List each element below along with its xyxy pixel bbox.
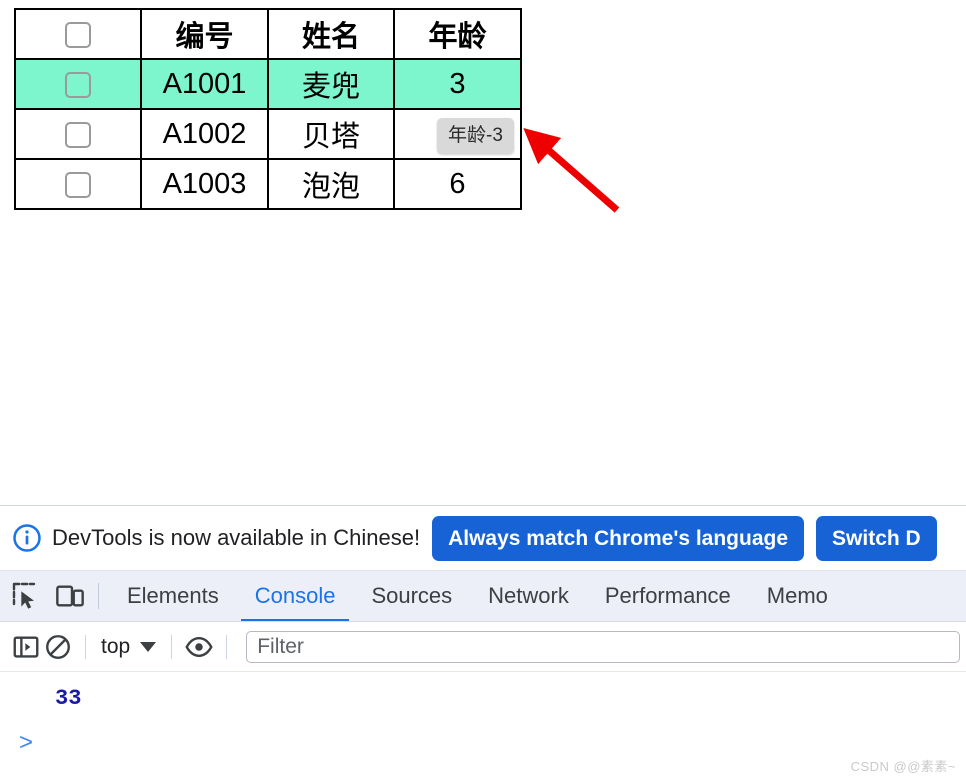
tab-network[interactable]: Network bbox=[470, 571, 587, 621]
console-toolbar: top bbox=[0, 622, 966, 672]
cell-id: A1003 bbox=[140, 158, 269, 210]
table-row[interactable]: A1001 麦兜 3 bbox=[14, 58, 522, 110]
table-header: 编号 姓名 年龄 bbox=[14, 8, 522, 60]
watermark: CSDN @@素素~ bbox=[850, 759, 956, 774]
tab-elements[interactable]: Elements bbox=[109, 571, 237, 621]
inspect-element-icon[interactable] bbox=[8, 580, 44, 612]
table-header-row: 编号 姓名 年龄 bbox=[14, 8, 522, 60]
table-row[interactable]: A1003 泡泡 6 bbox=[14, 158, 522, 210]
table-header-cell-id: 编号 bbox=[140, 8, 269, 60]
console-toolbar-divider bbox=[171, 634, 173, 659]
console-sidebar-toggle-icon[interactable] bbox=[10, 632, 42, 662]
cell-id: A1001 bbox=[140, 58, 269, 110]
console-filter-input[interactable] bbox=[246, 630, 960, 663]
cell-age: 6 bbox=[393, 158, 522, 210]
tab-performance[interactable]: Performance bbox=[587, 571, 749, 621]
always-match-language-button[interactable]: Always match Chrome's language bbox=[432, 515, 805, 561]
cell-age: 3 bbox=[393, 58, 522, 110]
tab-console[interactable]: Console bbox=[237, 571, 354, 621]
tab-memory[interactable]: Memo bbox=[749, 571, 846, 621]
row-checkbox[interactable] bbox=[65, 171, 91, 198]
row-checkbox[interactable] bbox=[65, 71, 91, 98]
table-header-cell-name: 姓名 bbox=[267, 8, 395, 60]
data-table: 编号 姓名 年龄 A1001 麦兜 3 A1002 贝塔 A1003 泡泡 6 bbox=[14, 8, 522, 210]
row-checkbox[interactable] bbox=[65, 121, 91, 148]
console-toolbar-divider bbox=[85, 634, 86, 659]
devtools-panel: DevTools is now available in Chinese! Al… bbox=[0, 505, 966, 780]
devtools-language-banner: DevTools is now available in Chinese! Al… bbox=[0, 506, 966, 570]
row-checkbox-cell bbox=[14, 158, 142, 210]
console-input-prompt[interactable]: > bbox=[19, 729, 33, 757]
info-circle-icon bbox=[13, 524, 41, 552]
console-message-area[interactable]: 33 > CSDN @@素素~ bbox=[0, 672, 966, 779]
cell-name: 泡泡 bbox=[267, 158, 395, 210]
red-arrow-annotation bbox=[523, 128, 620, 213]
console-result-value: 33 bbox=[55, 686, 82, 711]
screenshot-root: 编号 姓名 年龄 A1001 麦兜 3 A1002 贝塔 A1003 泡泡 6 … bbox=[0, 0, 966, 780]
web-page-viewport: 编号 姓名 年龄 A1001 麦兜 3 A1002 贝塔 A1003 泡泡 6 … bbox=[0, 0, 966, 505]
clear-console-icon[interactable] bbox=[42, 632, 74, 662]
console-context-label: top bbox=[101, 634, 131, 658]
table-header-cell-checkbox bbox=[14, 8, 142, 60]
banner-message: DevTools is now available in Chinese! bbox=[52, 525, 421, 550]
console-toolbar-divider bbox=[226, 634, 228, 659]
toolbar-divider bbox=[98, 583, 99, 609]
device-toolbar-icon[interactable] bbox=[52, 580, 88, 612]
devtools-tab-bar: Elements Console Sources Network Perform… bbox=[0, 570, 966, 622]
switch-devtools-language-button[interactable]: Switch D bbox=[816, 515, 937, 561]
cell-name: 麦兜 bbox=[267, 58, 395, 110]
select-all-checkbox[interactable] bbox=[65, 21, 91, 48]
tab-sources[interactable]: Sources bbox=[353, 571, 470, 621]
cell-name: 贝塔 bbox=[267, 108, 395, 160]
cell-id: A1002 bbox=[140, 108, 269, 160]
row-checkbox-cell bbox=[14, 58, 142, 110]
console-context-selector[interactable]: top bbox=[97, 635, 160, 659]
chevron-down-icon bbox=[140, 641, 157, 652]
live-expression-eye-icon[interactable] bbox=[183, 632, 215, 662]
row-checkbox-cell bbox=[14, 108, 142, 160]
table-header-cell-age: 年龄 bbox=[393, 8, 522, 60]
cell-tooltip: 年龄-3 bbox=[437, 118, 514, 154]
